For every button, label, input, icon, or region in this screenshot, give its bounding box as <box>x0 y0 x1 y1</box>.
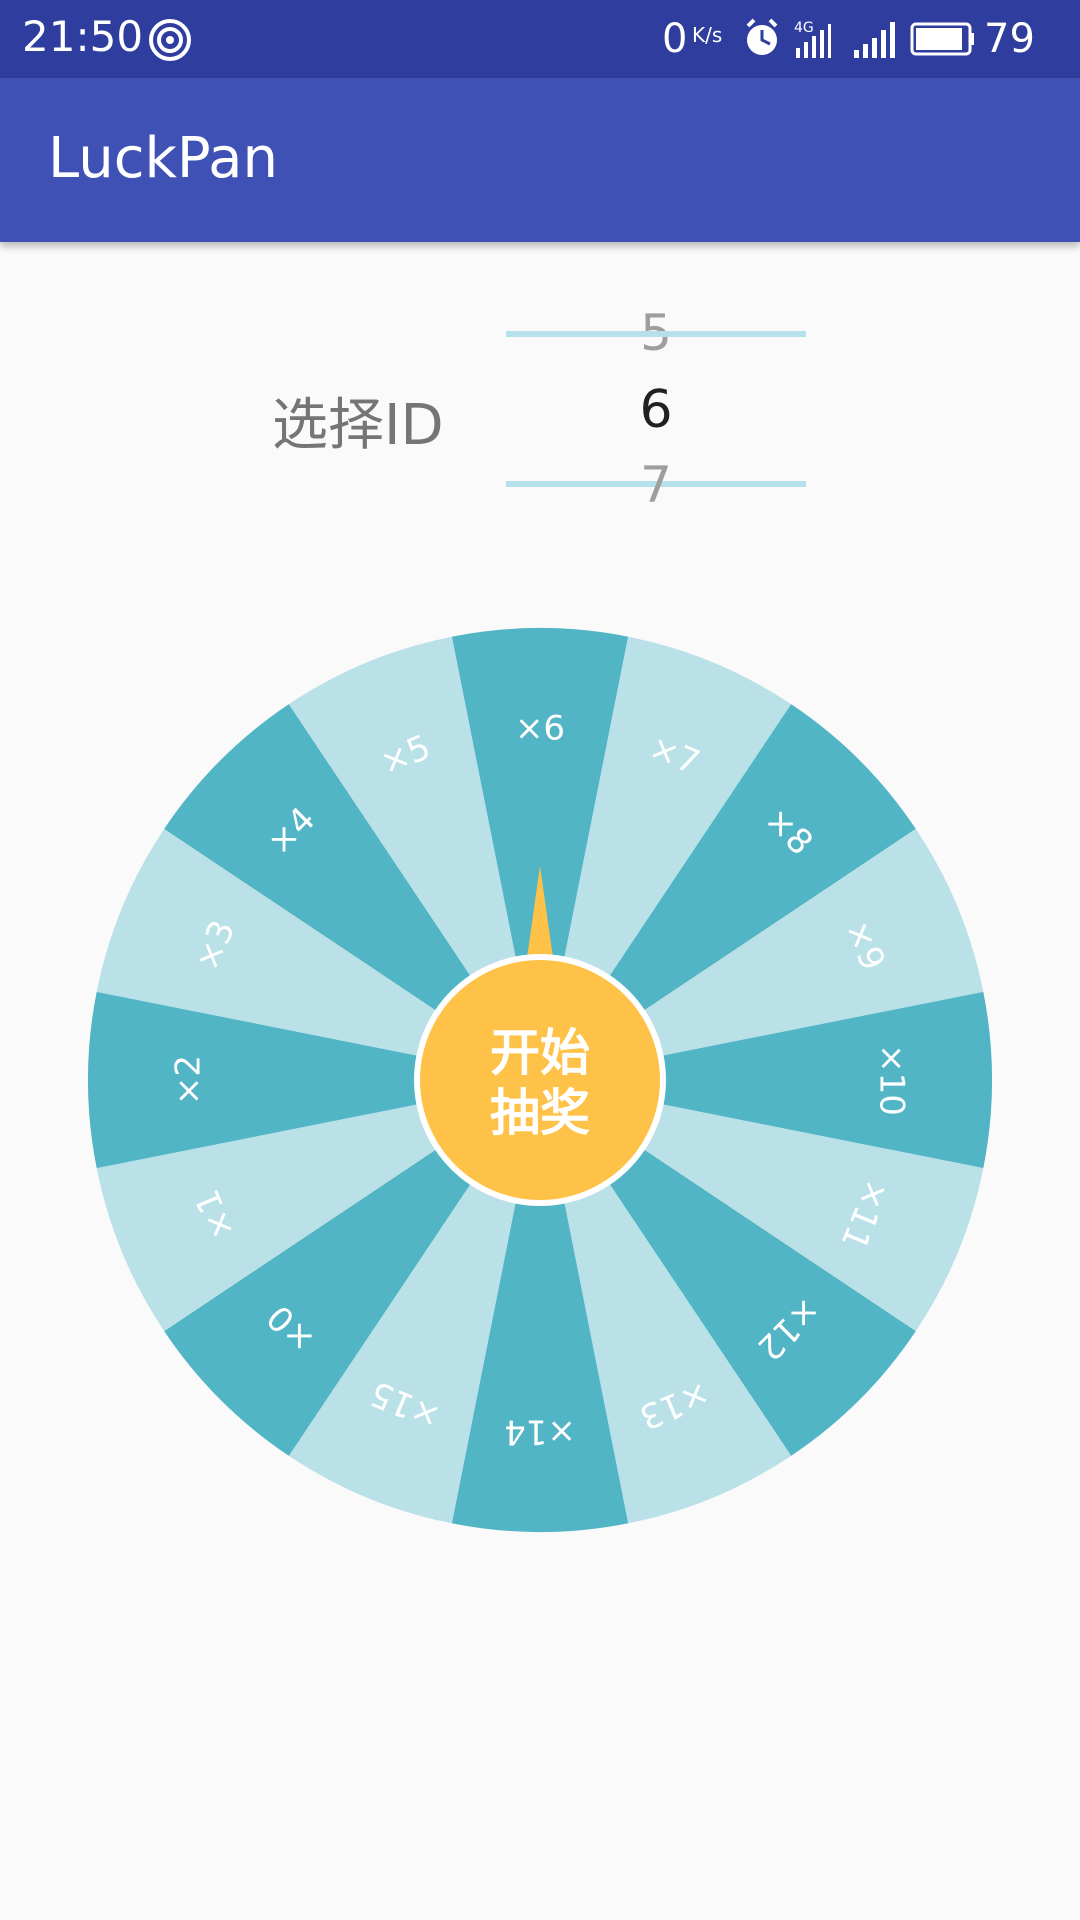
network-type-label: 4G <box>794 20 814 36</box>
signal-icon <box>854 22 895 58</box>
battery-icon <box>910 22 974 56</box>
start-button-line2: 抽奖 <box>490 1084 590 1142</box>
id-number-picker[interactable]: 5 6 7 <box>506 290 806 530</box>
target-icon <box>149 19 191 61</box>
status-icons: 0 K/s 4G 79 <box>662 12 1062 66</box>
picker-divider-top <box>506 331 806 337</box>
wheel-segment-label: ×10 <box>872 1044 912 1116</box>
lucky-wheel: ×6 ×7 ×8 ×9 ×10 ×11 ×12 ×13 ×14 ×15 ×0 ×1 ×2 ×3 ×4 ×5 开… <box>0 600 1080 1560</box>
wheel-svg: ×6 ×7×8×9×10×11×12×13×14×15×0×1×2×3×4×5 开… <box>88 628 992 1532</box>
start-button-line1: 开始 <box>490 1024 590 1082</box>
picker-current-value[interactable]: 6 <box>506 380 806 440</box>
wheel-segment-label: ×14 <box>504 1412 576 1452</box>
start-button[interactable]: 开始 抽奖 <box>414 954 666 1206</box>
network-speed-value: 0 <box>662 16 687 62</box>
status-bar: 21:50 0 K/s 4G 79 <box>0 0 1080 78</box>
status-time: 21:50 <box>22 12 144 61</box>
picker-label: 选择ID <box>272 393 444 458</box>
battery-level: 79 <box>984 16 1035 62</box>
app-title: LuckPan <box>48 126 278 191</box>
wheel-segment-label: ×2 <box>169 1055 209 1105</box>
status-icons-svg: 0 K/s 4G 79 <box>662 16 1035 62</box>
app-bar: LuckPan <box>0 78 1080 242</box>
picker-next-value[interactable]: 7 <box>506 456 806 514</box>
wheel-segment-label: ×6 <box>515 709 565 749</box>
network-speed-unit: K/s <box>692 23 722 47</box>
alarm-icon <box>746 18 778 55</box>
